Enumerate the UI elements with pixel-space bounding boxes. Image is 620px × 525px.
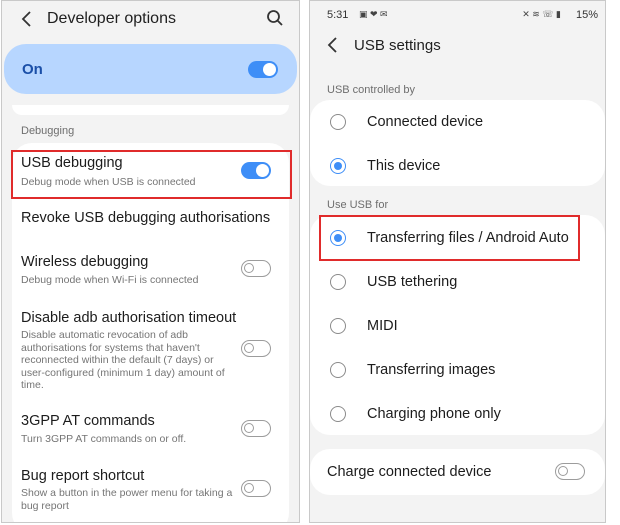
radio-usb-tethering[interactable] [330, 274, 346, 290]
debugging-card: USB debugging Debug mode when USB is con… [12, 143, 289, 522]
option-label: This device [367, 158, 441, 174]
usb-settings-screen: 5:31 ▣ ❤ ✉ ✕ ≋ ☏ ▮ 15% USB settings USB … [309, 0, 606, 523]
back-arrow-icon[interactable] [322, 34, 344, 56]
option-midi[interactable]: MIDI [310, 303, 605, 347]
option-usb-tethering[interactable]: USB tethering [310, 259, 605, 303]
section-header-use-usb-for: Use USB for [327, 199, 389, 211]
setting-title: Revoke USB debugging authorisations [21, 210, 271, 226]
master-switch-bar[interactable]: On [4, 44, 297, 94]
setting-title: Bug report shortcut [21, 468, 145, 484]
option-label: Charging phone only [367, 406, 501, 422]
highlight-usb-debugging [11, 150, 292, 199]
setting-subtitle: Show a button in the power menu for taki… [21, 487, 233, 512]
wireless-debugging-toggle[interactable] [241, 260, 271, 277]
divider [12, 105, 289, 115]
setting-3gpp-at-commands[interactable]: 3GPP AT commands Turn 3GPP AT commands o… [12, 405, 289, 449]
setting-bug-report-shortcut[interactable]: Bug report shortcut Show a button in the… [12, 461, 289, 519]
option-transferring-images[interactable]: Transferring images [310, 347, 605, 391]
radio-charging-only[interactable] [330, 406, 346, 422]
notification-icons: ▣ ❤ ✉ [359, 9, 388, 19]
option-label: MIDI [367, 318, 398, 334]
status-time: 5:31 [327, 9, 349, 21]
signal-icons: ✕ ≋ ☏ ▮ [522, 9, 561, 19]
setting-title: Disable adb authorisation timeout [21, 310, 237, 326]
3gpp-toggle[interactable] [241, 420, 271, 437]
setting-title: Charge connected device [327, 464, 492, 480]
section-header-controlled-by: USB controlled by [327, 84, 416, 96]
charge-connected-card: Charge connected device [310, 449, 605, 495]
developer-options-screen: Developer options On Debugging USB debug… [1, 0, 300, 523]
radio-this-device[interactable] [330, 158, 346, 174]
status-bar: 5:31 ▣ ❤ ✉ ✕ ≋ ☏ ▮ 15% [310, 1, 605, 23]
highlight-transferring-files [319, 215, 580, 261]
setting-title: 3GPP AT commands [21, 413, 155, 429]
back-arrow-icon[interactable] [16, 8, 38, 30]
setting-revoke-usb-debugging[interactable]: Revoke USB debugging authorisations [12, 203, 289, 233]
charge-connected-toggle[interactable] [555, 463, 585, 480]
option-label: Transferring images [367, 362, 496, 378]
setting-subtitle: Turn 3GPP AT commands on or off. [21, 433, 187, 445]
page-title: Developer options [47, 10, 176, 27]
option-label: USB tethering [367, 274, 458, 290]
app-bar: Developer options [2, 1, 299, 37]
radio-midi[interactable] [330, 318, 346, 334]
option-label: Connected device [367, 114, 484, 130]
bug-report-toggle[interactable] [241, 480, 271, 497]
setting-subtitle: Disable automatic revocation of adb auth… [21, 329, 225, 391]
app-bar: USB settings [310, 27, 605, 63]
option-this-device[interactable]: This device [310, 144, 605, 186]
section-header-debugging: Debugging [21, 125, 75, 137]
option-connected-device[interactable]: Connected device [310, 100, 605, 144]
master-switch-label: On [22, 61, 43, 78]
page-title: USB settings [354, 36, 441, 54]
radio-transferring-images[interactable] [330, 362, 346, 378]
controlled-by-card: Connected device This device [310, 100, 605, 186]
search-icon[interactable] [265, 8, 285, 28]
setting-wireless-debugging[interactable]: Wireless debugging Debug mode when Wi-Fi… [12, 246, 289, 294]
option-charging-only[interactable]: Charging phone only [310, 391, 605, 435]
setting-charge-connected-device[interactable]: Charge connected device [310, 449, 605, 495]
setting-subtitle: Debug mode when Wi-Fi is connected [21, 274, 199, 286]
master-toggle[interactable] [248, 61, 278, 78]
setting-title: Wireless debugging [21, 254, 149, 270]
setting-disable-adb-timeout[interactable]: Disable adb authorisation timeout Disabl… [12, 301, 289, 393]
disable-adb-timeout-toggle[interactable] [241, 340, 271, 357]
radio-connected-device[interactable] [330, 114, 346, 130]
battery-level: 15% [575, 9, 598, 21]
